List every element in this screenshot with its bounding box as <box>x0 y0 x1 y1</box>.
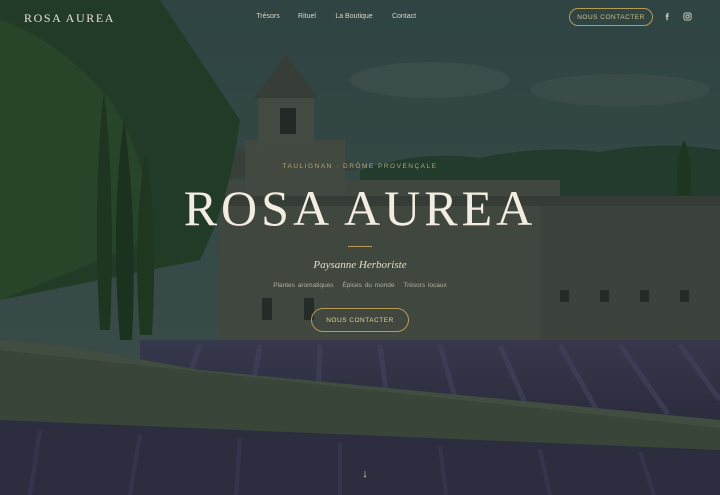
hero-tagline: Paysanne Herboriste <box>313 259 407 271</box>
hero-section: ROSA AUREA Trésors Rituel La Boutique Co… <box>0 0 720 495</box>
hero-overlay <box>0 0 720 495</box>
nav-item-contact[interactable]: Contact <box>392 13 416 20</box>
hero-title: ROSA AUREA <box>183 180 537 236</box>
hero-tags: Plantes aromatiques Épices du monde Trés… <box>0 282 720 289</box>
hero-contact-button[interactable]: NOUS CONTACTER <box>311 308 409 332</box>
tag-epices: Épices du monde <box>342 282 395 289</box>
hero-location: TAULIGNAN · DRÔME PROVENÇALE <box>282 163 438 170</box>
nav-item-boutique[interactable]: La Boutique <box>335 13 372 20</box>
title-divider <box>348 246 372 247</box>
tag-plantes: Plantes aromatiques <box>273 282 334 289</box>
header-contact-button[interactable]: NOUS CONTACTER <box>569 8 653 26</box>
nav-item-tresors[interactable]: Trésors <box>256 13 279 20</box>
nav-item-rituel[interactable]: Rituel <box>298 13 316 20</box>
facebook-icon[interactable] <box>663 12 672 21</box>
arrow-down-icon[interactable]: ↓ <box>356 467 374 481</box>
instagram-icon[interactable] <box>683 12 692 21</box>
tag-tresors: Trésors locaux <box>403 282 447 289</box>
